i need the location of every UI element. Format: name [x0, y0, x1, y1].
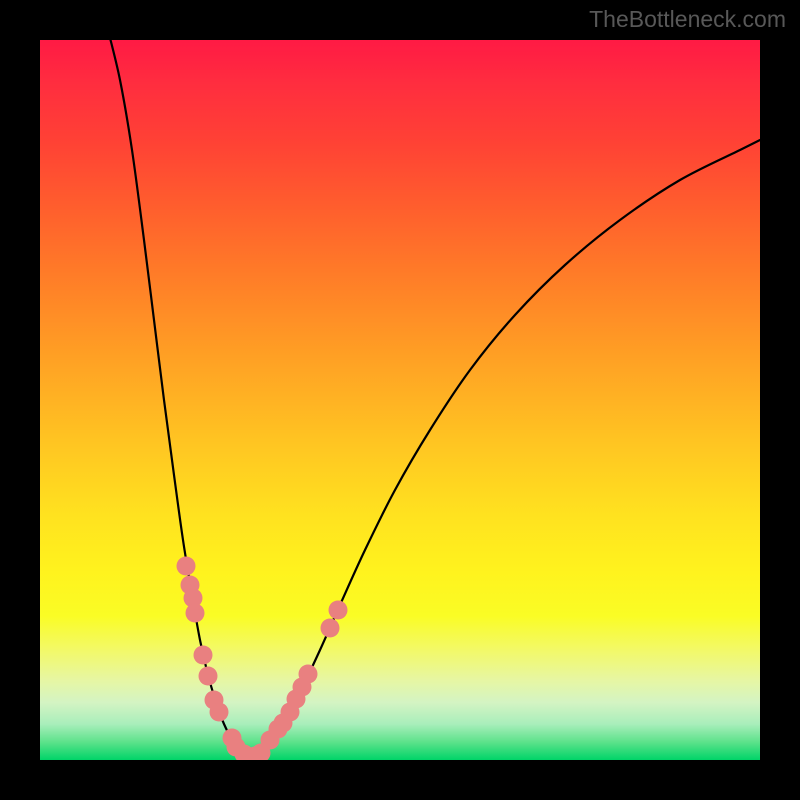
sample-markers	[177, 557, 348, 761]
sample-marker	[177, 557, 196, 576]
curve-canvas	[40, 40, 760, 760]
plot-area	[40, 40, 760, 760]
chart-frame: TheBottleneck.com	[0, 0, 800, 800]
sample-marker	[199, 667, 218, 686]
left-branch-line	[108, 40, 250, 758]
watermark-text: TheBottleneck.com	[589, 6, 786, 33]
right-branch-line	[250, 140, 760, 758]
sample-marker	[299, 665, 318, 684]
sample-marker	[210, 703, 229, 722]
sample-marker	[194, 646, 213, 665]
sample-marker	[329, 601, 348, 620]
sample-marker	[321, 619, 340, 638]
sample-marker	[186, 604, 205, 623]
